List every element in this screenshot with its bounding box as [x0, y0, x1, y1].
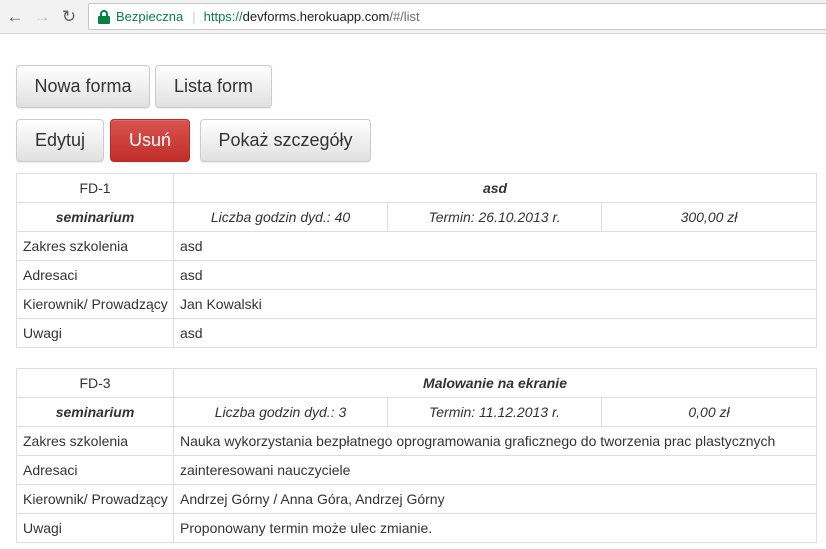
row-label: Kierownik/ Prowadzący: [16, 484, 174, 514]
secure-label: Bezpieczna: [116, 9, 184, 24]
back-arrow-icon[interactable]: ←: [5, 6, 25, 26]
form-title: Malowanie na ekranie: [172, 368, 818, 398]
lock-icon: [98, 9, 110, 24]
table-row[interactable]: Kierownik/ Prowadzący Jan Kowalski: [16, 289, 817, 319]
address-bar[interactable]: Bezpieczna | https:// devforms.herokuapp…: [88, 3, 826, 30]
table-row[interactable]: Adresaci asd: [16, 260, 817, 290]
form-id: FD-3: [16, 368, 174, 398]
reload-icon[interactable]: ↻: [59, 6, 79, 26]
row-label: Uwagi: [16, 513, 174, 543]
new-form-button[interactable]: Nowa forma: [16, 65, 150, 108]
form-price: 300,00 zł: [601, 202, 817, 232]
url-separator: |: [192, 9, 196, 24]
form-type: seminarium: [16, 202, 174, 232]
row-value: Jan Kowalski: [173, 289, 817, 319]
form-table[interactable]: FD-1 asd seminarium Liczba godzin dyd.: …: [16, 173, 817, 348]
row-label: Zakres szkolenia: [16, 426, 174, 456]
table-row[interactable]: Uwagi Proponowany termin może ulec zmian…: [16, 513, 818, 543]
url-scheme: https://: [203, 9, 243, 24]
row-value: zainteresowani nauczyciele: [172, 455, 818, 485]
form-list-button[interactable]: Lista form: [155, 65, 272, 108]
table-row[interactable]: seminarium Liczba godzin dyd.: 40 Termin…: [16, 202, 817, 232]
forward-arrow-icon[interactable]: →: [32, 6, 52, 26]
row-value: asd: [173, 231, 817, 261]
table-row[interactable]: Adresaci zainteresowani nauczyciele: [16, 455, 818, 485]
row-label: Kierownik/ Prowadzący: [16, 289, 174, 319]
form-id: FD-1: [16, 173, 174, 203]
form-hours: Liczba godzin dyd.: 3: [173, 397, 388, 427]
url-path: /#/list: [389, 9, 420, 24]
form-hours: Liczba godzin dyd.: 40: [173, 202, 388, 232]
form-table[interactable]: FD-3 Malowanie na ekranie seminarium Lic…: [16, 368, 818, 543]
table-row[interactable]: Zakres szkolenia asd: [16, 231, 817, 261]
table-row[interactable]: Uwagi asd: [16, 318, 817, 348]
row-value: Andrzej Górny / Anna Góra, Andrzej Górny: [172, 484, 818, 514]
table-row[interactable]: Zakres szkolenia Nauka wykorzystania bez…: [16, 426, 818, 456]
row-label: Adresaci: [16, 455, 174, 485]
table-row[interactable]: FD-1 asd: [16, 173, 817, 203]
form-price: 0,00 zł: [600, 397, 818, 427]
url-host: devforms.herokuapp.com: [242, 9, 390, 24]
show-details-button[interactable]: Pokaż szczegóły: [200, 119, 371, 162]
row-label: Zakres szkolenia: [16, 231, 174, 261]
row-value: asd: [173, 318, 817, 348]
form-title: asd: [173, 173, 817, 203]
table-row[interactable]: Kierownik/ Prowadzący Andrzej Górny / An…: [16, 484, 818, 514]
table-row[interactable]: seminarium Liczba godzin dyd.: 3 Termin:…: [16, 397, 818, 427]
table-row[interactable]: FD-3 Malowanie na ekranie: [16, 368, 818, 398]
form-date: Termin: 11.12.2013 r.: [387, 397, 602, 427]
row-label: Uwagi: [16, 318, 174, 348]
row-value: asd: [173, 260, 817, 290]
delete-button[interactable]: Usuń: [110, 119, 190, 162]
browser-toolbar: ← → ↻ Bezpieczna | https:// devforms.her…: [0, 0, 826, 34]
row-label: Adresaci: [16, 260, 174, 290]
row-value: Proponowany termin może ulec zmianie.: [172, 513, 818, 543]
form-date: Termin: 26.10.2013 r.: [387, 202, 602, 232]
edit-button[interactable]: Edytuj: [16, 119, 104, 162]
row-value: Nauka wykorzystania bezpłatnego oprogram…: [172, 426, 818, 456]
form-type: seminarium: [16, 397, 174, 427]
